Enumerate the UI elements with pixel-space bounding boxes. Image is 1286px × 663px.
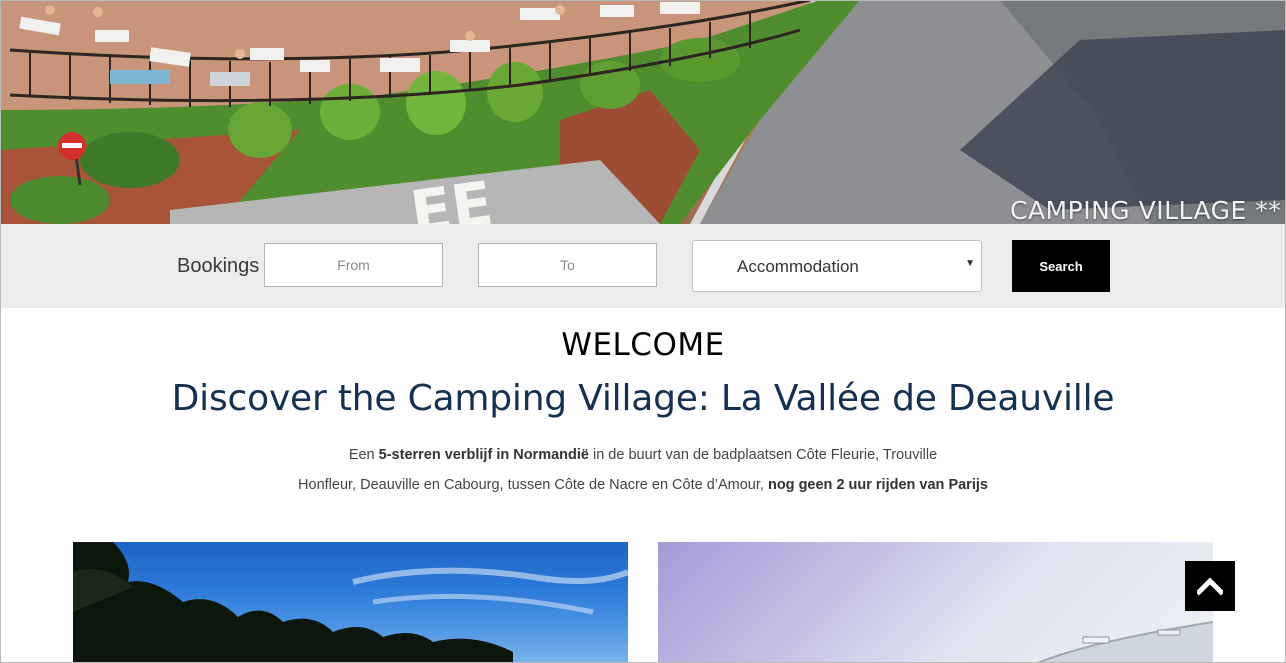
intro-highlight: 5-sterren verblijf in Normandië: [378, 447, 589, 463]
intro-text: Honfleur, Deauville en Cabourg, tussen C…: [298, 477, 764, 493]
photo-card-left[interactable]: [73, 542, 628, 663]
hero-caption: CAMPING VILLAGE **: [1010, 196, 1282, 224]
back-to-top-button[interactable]: [1185, 561, 1235, 611]
mobile-home-photo: [1037, 621, 1213, 663]
chevron-up-icon: [1197, 577, 1223, 596]
intro-line-2: Honfleur, Deauville en Cabourg, tussen C…: [0, 477, 1286, 493]
bookings-label: Bookings: [177, 255, 260, 277]
search-button[interactable]: Search: [1012, 240, 1110, 292]
to-date-input[interactable]: [478, 243, 657, 287]
accommodation-select-value: Accommodation: [737, 257, 859, 276]
hero-banner: EE CAMPING VILLAGE **: [0, 0, 1286, 224]
welcome-heading: WELCOME: [561, 327, 725, 363]
page-title: Discover the Camping Village: La Vallée …: [171, 378, 1115, 419]
trees-photo: [73, 542, 628, 663]
intro-highlight: nog geen 2 uur rijden van Parijs: [767, 477, 988, 493]
from-date-input[interactable]: [264, 243, 443, 287]
intro-text: in de buurt van de badplaatsen Côte Fleu…: [588, 447, 938, 463]
caret-down-icon: ▼: [965, 258, 975, 269]
booking-bar: Bookings Accommodation ▼ Search: [0, 224, 1286, 308]
intro-line-1: Een 5-sterren verblijf in Normandië in d…: [0, 447, 1286, 463]
accommodation-select[interactable]: Accommodation ▼: [692, 240, 982, 292]
intro-text: Een: [348, 447, 379, 463]
hero-aerial-photo: EE: [0, 0, 1286, 224]
photo-card-right[interactable]: [658, 542, 1213, 663]
